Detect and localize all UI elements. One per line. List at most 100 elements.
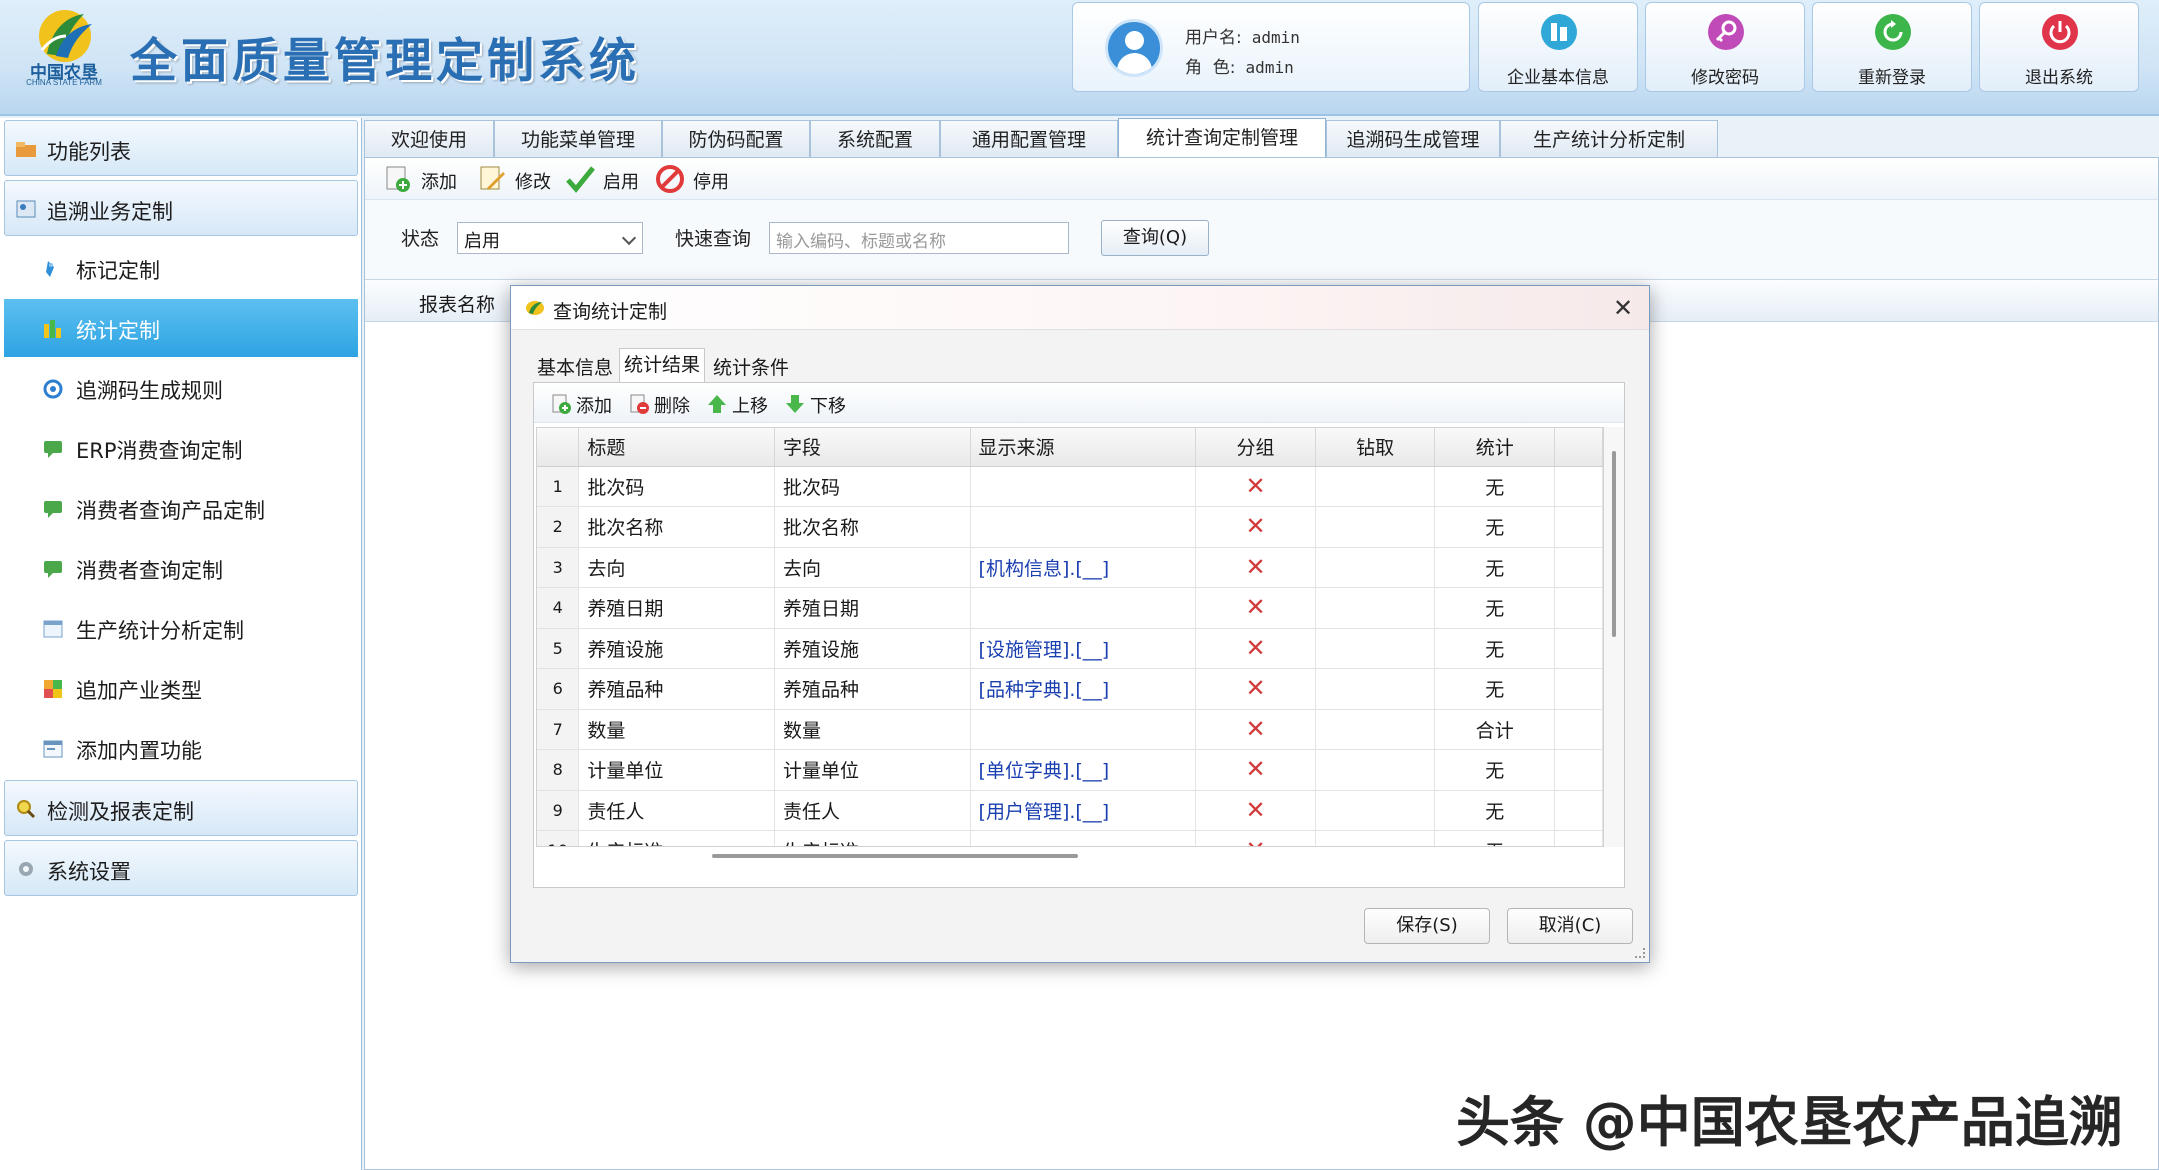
cell-stat[interactable]: 无 xyxy=(1434,547,1556,588)
cell-source[interactable]: [用户管理].[__] xyxy=(970,790,1197,831)
cell-field[interactable]: 数量 xyxy=(774,709,971,750)
cell-drill[interactable] xyxy=(1315,466,1436,507)
dialog-tab-basic-info[interactable]: 基本信息 xyxy=(533,352,617,384)
cell-source[interactable] xyxy=(970,709,1197,750)
column-header-field[interactable]: 字段 xyxy=(774,428,971,467)
cell-group[interactable]: ✕ xyxy=(1195,749,1316,791)
table-row[interactable]: 9 责任人 责任人 [用户管理].[__] ✕ 无 xyxy=(537,790,1603,831)
disable-button[interactable]: 停用 xyxy=(655,164,739,194)
table-row[interactable]: 10 生产标准 生产标准 ✕ 无 xyxy=(537,830,1603,846)
cell-drill[interactable] xyxy=(1315,506,1436,548)
column-header-report-name[interactable]: 报表名称 xyxy=(419,290,495,317)
cell-title[interactable]: 养殖日期 xyxy=(578,587,775,629)
company-info-button[interactable]: 企业基本信息 xyxy=(1478,2,1638,92)
tab-general-config[interactable]: 通用配置管理 xyxy=(940,120,1118,158)
cell-stat[interactable]: 无 xyxy=(1434,506,1556,548)
table-row[interactable]: 3 去向 去向 [机构信息].[__] ✕ 无 xyxy=(537,547,1603,588)
cell-source[interactable]: [机构信息].[__] xyxy=(970,547,1197,588)
cell-stat[interactable]: 无 xyxy=(1434,466,1556,507)
sidebar-item-builtin-function[interactable]: 添加内置功能 xyxy=(4,719,358,777)
cell-source[interactable] xyxy=(970,830,1197,846)
cell-drill[interactable] xyxy=(1315,547,1436,588)
column-header-drill[interactable]: 钻取 xyxy=(1315,428,1436,467)
cell-group[interactable]: ✕ xyxy=(1195,547,1316,588)
cancel-button[interactable]: 取消(C) xyxy=(1507,908,1633,944)
query-button[interactable]: 查询(Q) xyxy=(1101,220,1209,256)
tab-anticounterfeit[interactable]: 防伪码配置 xyxy=(662,120,810,158)
tab-stat-query-manage[interactable]: 统计查询定制管理 xyxy=(1118,118,1326,158)
tab-production-analysis[interactable]: 生产统计分析定制 xyxy=(1500,120,1718,158)
dialog-add-button[interactable]: 添加 xyxy=(550,392,616,417)
cell-source[interactable]: [单位字典].[__] xyxy=(970,749,1197,791)
horizontal-scrollbar[interactable] xyxy=(536,849,1604,863)
cell-title[interactable]: 养殖品种 xyxy=(578,668,775,710)
cell-title[interactable]: 批次码 xyxy=(578,466,775,507)
sidebar-item-consumer-product-query[interactable]: 消费者查询产品定制 xyxy=(4,479,358,537)
cell-drill[interactable] xyxy=(1315,790,1436,831)
cell-source[interactable] xyxy=(970,587,1197,629)
table-row[interactable]: 2 批次名称 批次名称 ✕ 无 xyxy=(537,506,1603,548)
cell-drill[interactable] xyxy=(1315,628,1436,669)
close-icon[interactable]: ✕ xyxy=(1609,294,1637,322)
cell-title[interactable]: 计量单位 xyxy=(578,749,775,791)
cell-field[interactable]: 养殖日期 xyxy=(774,587,971,629)
cell-drill[interactable] xyxy=(1315,749,1436,791)
move-down-button[interactable]: 下移 xyxy=(784,392,850,417)
cell-field[interactable]: 责任人 xyxy=(774,790,971,831)
table-row[interactable]: 4 养殖日期 养殖日期 ✕ 无 xyxy=(537,587,1603,629)
cell-stat[interactable]: 无 xyxy=(1434,830,1556,846)
dialog-tab-stat-condition[interactable]: 统计条件 xyxy=(709,352,793,384)
cell-source[interactable]: [品种字典].[__] xyxy=(970,668,1197,710)
table-row[interactable]: 8 计量单位 计量单位 [单位字典].[__] ✕ 无 xyxy=(537,749,1603,791)
cell-title[interactable]: 养殖设施 xyxy=(578,628,775,669)
cell-stat[interactable]: 无 xyxy=(1434,628,1556,669)
cell-group[interactable]: ✕ xyxy=(1195,830,1316,846)
sidebar-item-trace-code-rule[interactable]: 追溯码生成规则 xyxy=(4,359,358,417)
cell-title[interactable]: 生产标准 xyxy=(578,830,775,846)
sidebar-item-erp-query[interactable]: ERP消费查询定制 xyxy=(4,419,358,477)
sidebar-item-production-analysis[interactable]: 生产统计分析定制 xyxy=(4,599,358,657)
cell-field[interactable]: 批次名称 xyxy=(774,506,971,548)
cell-group[interactable]: ✕ xyxy=(1195,466,1316,507)
cell-field[interactable]: 批次码 xyxy=(774,466,971,507)
sidebar-item-statistics[interactable]: 统计定制 xyxy=(4,299,358,357)
change-password-button[interactable]: 修改密码 xyxy=(1645,2,1805,92)
cell-source[interactable] xyxy=(970,466,1197,507)
quick-query-input[interactable]: 输入编码、标题或名称 xyxy=(769,222,1069,254)
table-row[interactable]: 5 养殖设施 养殖设施 [设施管理].[__] ✕ 无 xyxy=(537,628,1603,669)
cell-field[interactable]: 计量单位 xyxy=(774,749,971,791)
cell-group[interactable]: ✕ xyxy=(1195,587,1316,629)
cell-field[interactable]: 养殖设施 xyxy=(774,628,971,669)
cell-group[interactable]: ✕ xyxy=(1195,628,1316,669)
sidebar-group-trace[interactable]: 追溯业务定制 xyxy=(4,180,358,236)
add-button[interactable]: 添加 xyxy=(383,164,463,194)
sidebar-group-detect[interactable]: 检测及报表定制 xyxy=(4,780,358,836)
dialog-delete-button[interactable]: 删除 xyxy=(628,392,694,417)
status-select[interactable]: 启用 xyxy=(457,222,643,254)
cell-title[interactable]: 去向 xyxy=(578,547,775,588)
table-row[interactable]: 1 批次码 批次码 ✕ 无 xyxy=(537,466,1603,507)
cell-stat[interactable]: 无 xyxy=(1434,749,1556,791)
sidebar-item-add-industry[interactable]: 追加产业类型 xyxy=(4,659,358,717)
cell-drill[interactable] xyxy=(1315,587,1436,629)
dialog-tab-stat-result[interactable]: 统计结果 xyxy=(619,348,706,384)
cell-field[interactable]: 生产标准 xyxy=(774,830,971,846)
tab-trace-code-manage[interactable]: 追溯码生成管理 xyxy=(1326,120,1500,158)
cell-stat[interactable]: 无 xyxy=(1434,790,1556,831)
cell-drill[interactable] xyxy=(1315,668,1436,710)
column-header-title[interactable]: 标题 xyxy=(578,428,775,467)
cell-field[interactable]: 养殖品种 xyxy=(774,668,971,710)
column-header-stat[interactable]: 统计 xyxy=(1434,428,1556,467)
cell-stat[interactable]: 合计 xyxy=(1434,709,1556,750)
sidebar-item-tag[interactable]: 标记定制 xyxy=(4,239,358,297)
table-row[interactable]: 6 养殖品种 养殖品种 [品种字典].[__] ✕ 无 xyxy=(537,668,1603,710)
cell-field[interactable]: 去向 xyxy=(774,547,971,588)
cell-drill[interactable] xyxy=(1315,830,1436,846)
relogin-button[interactable]: 重新登录 xyxy=(1812,2,1972,92)
cell-group[interactable]: ✕ xyxy=(1195,709,1316,750)
exit-button[interactable]: 退出系统 xyxy=(1979,2,2139,92)
tab-function-menu[interactable]: 功能菜单管理 xyxy=(494,120,662,158)
sidebar-item-consumer-query[interactable]: 消费者查询定制 xyxy=(4,539,358,597)
cell-title[interactable]: 数量 xyxy=(578,709,775,750)
cell-title[interactable]: 责任人 xyxy=(578,790,775,831)
